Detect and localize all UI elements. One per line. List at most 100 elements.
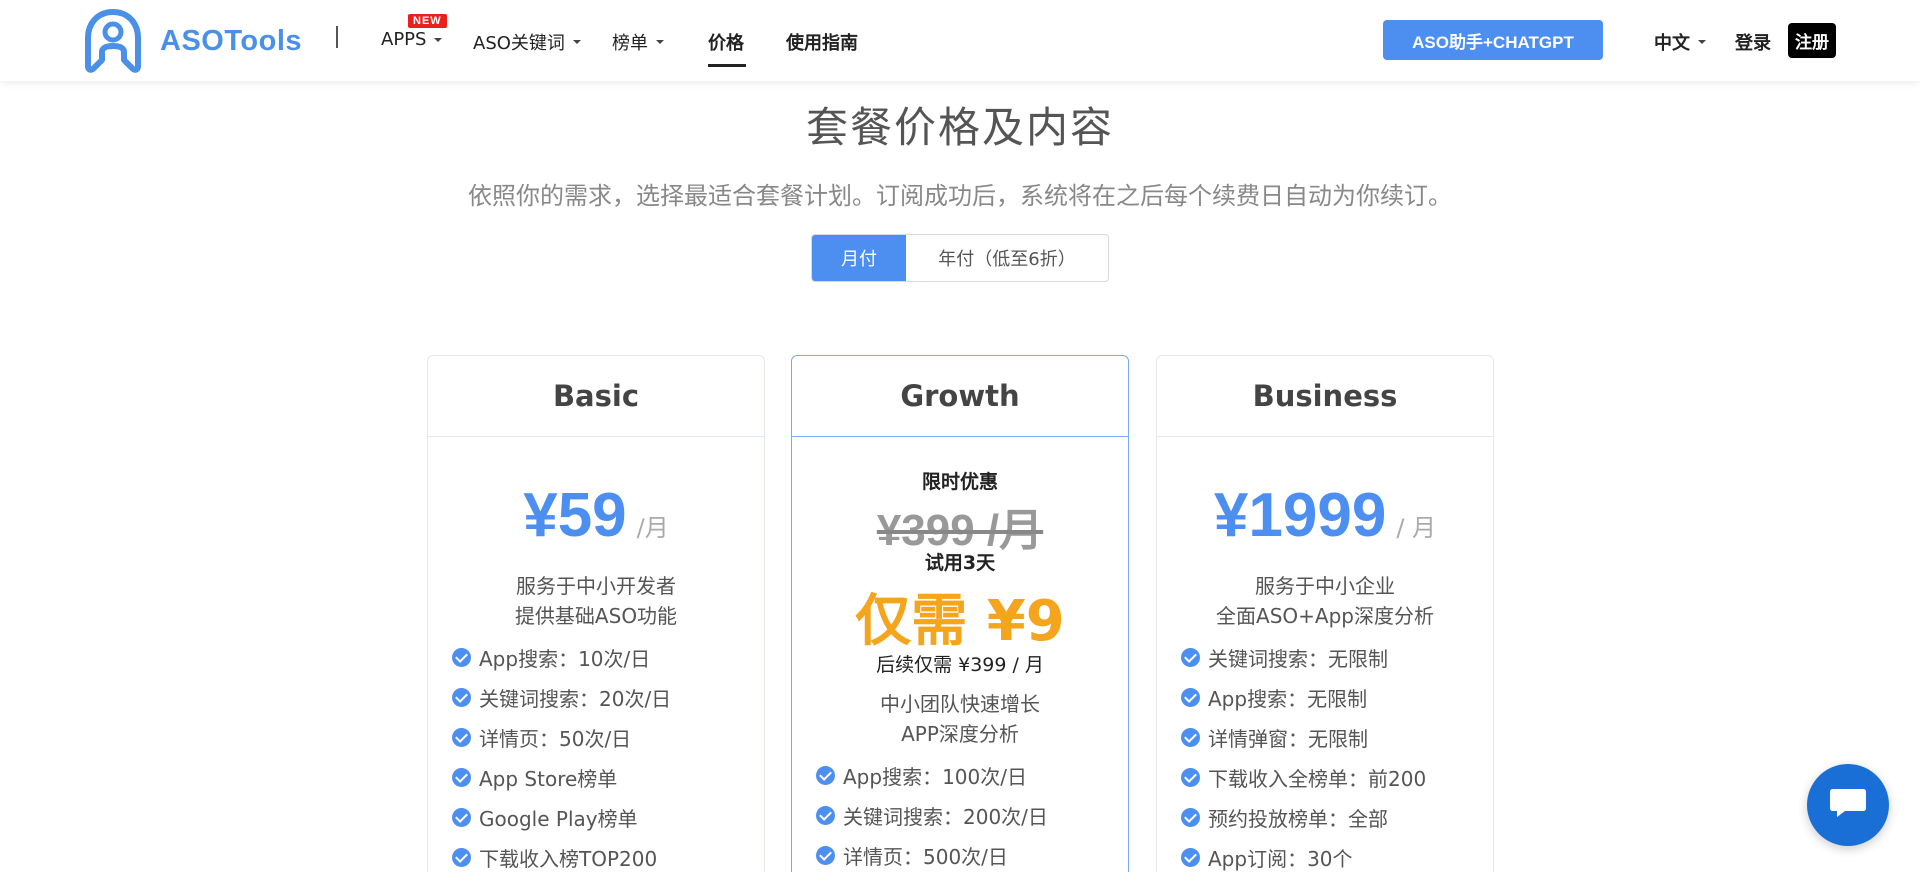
language-selector[interactable]: 中文 (1654, 29, 1706, 55)
caret-down-icon (572, 40, 581, 44)
page-title: 套餐价格及内容 (805, 103, 1114, 152)
feature-text: App搜索：100次/日 (843, 764, 1027, 789)
check-circle-icon (452, 647, 471, 667)
plan-card-growth: Growth 限时优惠 ¥399 /月 试用3天 仅需 ¥9 后续仅需 ¥399… (791, 355, 1129, 872)
price-unit: /月 (636, 514, 669, 542)
promo-price: 仅需 ¥9 (855, 589, 1065, 654)
check-circle-icon (452, 847, 471, 867)
top-navbar: ASOTools APPS NEW ASO关键词 榜单 价格 使用指南 ASO助… (0, 0, 1920, 81)
check-circle-icon (452, 767, 471, 787)
feature-item: 详情页：50次/日 (452, 717, 671, 757)
feature-text: 下载收入全榜单：前200 (1208, 766, 1427, 791)
check-circle-icon (1181, 727, 1200, 747)
nav-guide[interactable]: 使用指南 (786, 29, 858, 55)
aso-assistant-chatgpt-button[interactable]: ASO助手+CHATGPT (1383, 20, 1603, 60)
feature-list: 关键词搜索：无限制 App搜索：无限制 详情弹窗：无限制 下载收入全榜单：前20… (1181, 637, 1426, 872)
robot-logo-icon (82, 8, 144, 74)
live-chat-button[interactable] (1807, 764, 1889, 846)
feature-item: 预约投放榜单：全部 (1181, 797, 1426, 837)
check-circle-icon (816, 845, 835, 865)
nav-keywords-label: ASO关键词 (473, 33, 565, 54)
feature-item: App Store榜单 (452, 757, 671, 797)
check-circle-icon (1181, 767, 1200, 787)
check-circle-icon (1181, 687, 1200, 707)
logo-text: ASOTools (160, 24, 303, 57)
feature-text: 详情弹窗：无限制 (1208, 726, 1368, 751)
chat-bubble-icon (1829, 786, 1867, 824)
feature-item: 详情页：500次/日 (816, 835, 1048, 872)
feature-item: 关键词搜索：无限制 (1181, 637, 1426, 677)
language-label: 中文 (1654, 33, 1690, 54)
active-nav-underline (708, 64, 746, 67)
feature-item: App搜索：100次/日 (816, 755, 1048, 795)
plan-card-basic: Basic ¥59/月 服务于中小开发者 提供基础ASO功能 App搜索：10次… (427, 355, 765, 872)
plan-description-line: APP深度分析 (901, 722, 1019, 746)
price-amount: ¥1999 (1213, 481, 1387, 550)
plan-name: Growth (792, 356, 1128, 437)
feature-list: App搜索：100次/日 关键词搜索：200次/日 详情页：500次/日 (816, 755, 1048, 872)
check-circle-icon (816, 805, 835, 825)
check-circle-icon (452, 727, 471, 747)
plan-description-line: 服务于中小企业 (1255, 574, 1395, 598)
page-subtitle: 依照你的需求，选择最适合套餐计划。订阅成功后，系统将在之后每个续费日自动为你续订… (468, 182, 1452, 210)
feature-text: 关键词搜索：200次/日 (843, 804, 1048, 829)
trial-label: 试用3天 (924, 552, 996, 574)
feature-text: App搜索：10次/日 (479, 646, 651, 671)
register-button[interactable]: 注册 (1788, 23, 1836, 58)
feature-text: 下载收入榜TOP200 (479, 846, 658, 871)
plan-name: Basic (428, 356, 764, 437)
nav-pricing-label: 价格 (708, 33, 744, 54)
feature-text: 关键词搜索：无限制 (1208, 646, 1388, 671)
nav-apps-label: APPS (381, 29, 427, 50)
feature-text: App Store榜单 (479, 766, 618, 791)
price-unit: / 月 (1396, 514, 1437, 542)
nav-keywords[interactable]: ASO关键词 (473, 29, 581, 55)
renewal-price: 后续仅需 ¥399 / 月 (876, 654, 1044, 676)
plan-description-line: 服务于中小开发者 (516, 574, 676, 598)
check-circle-icon (816, 765, 835, 785)
feature-item: 下载收入榜TOP200 (452, 837, 671, 872)
login-link[interactable]: 登录 (1735, 29, 1771, 55)
feature-item: Google Play榜单 (452, 797, 671, 837)
nav-guide-label: 使用指南 (786, 33, 858, 54)
plan-card-business: Business ¥1999/ 月 服务于中小企业 全面ASO+App深度分析 … (1156, 355, 1494, 872)
caret-down-icon (1698, 40, 1706, 44)
nav-pricing[interactable]: 价格 (708, 29, 744, 55)
check-circle-icon (1181, 847, 1200, 867)
feature-item: 详情弹窗：无限制 (1181, 717, 1426, 757)
new-badge: NEW (408, 14, 447, 28)
plan-description: 中小团队快速增长 APP深度分析 (792, 689, 1128, 749)
promo-label: 限时优惠 (921, 471, 998, 493)
billing-toggle: 月付 年付（低至6折） (811, 234, 1109, 282)
plan-description-line: 提供基础ASO功能 (514, 604, 678, 628)
logo[interactable]: ASOTools (82, 8, 302, 74)
check-circle-icon (1181, 807, 1200, 827)
plan-price: ¥59/月 (428, 480, 764, 551)
feature-item: 关键词搜索：20次/日 (452, 677, 671, 717)
check-circle-icon (1181, 647, 1200, 667)
plan-description: 服务于中小开发者 提供基础ASO功能 (428, 571, 764, 631)
price-amount: ¥59 (523, 481, 627, 550)
check-circle-icon (452, 807, 471, 827)
feature-text: App订阅：30个 (1208, 846, 1353, 871)
feature-item: 下载收入全榜单：前200 (1181, 757, 1426, 797)
feature-item: App搜索：无限制 (1181, 677, 1426, 717)
nav-charts-label: 榜单 (612, 33, 648, 54)
feature-text: 预约投放榜单：全部 (1208, 806, 1388, 831)
nav-divider (336, 26, 338, 48)
feature-text: 详情页：500次/日 (843, 844, 1008, 869)
plan-name: Business (1157, 356, 1493, 437)
billing-monthly-option[interactable]: 月付 (812, 235, 906, 281)
caret-down-icon (656, 40, 664, 44)
feature-text: Google Play榜单 (479, 806, 638, 831)
billing-yearly-option[interactable]: 年付（低至6折） (906, 235, 1108, 281)
plan-description: 服务于中小企业 全面ASO+App深度分析 (1157, 571, 1493, 631)
feature-item: 关键词搜索：200次/日 (816, 795, 1048, 835)
nav-apps[interactable]: APPS (381, 29, 443, 50)
plan-description-line: 全面ASO+App深度分析 (1216, 604, 1434, 628)
feature-text: 关键词搜索：20次/日 (479, 686, 672, 711)
feature-text: 详情页：50次/日 (479, 726, 632, 751)
plan-description-line: 中小团队快速增长 (880, 692, 1040, 716)
nav-charts[interactable]: 榜单 (612, 29, 664, 55)
plan-price: ¥1999 / 月 (1157, 480, 1493, 551)
